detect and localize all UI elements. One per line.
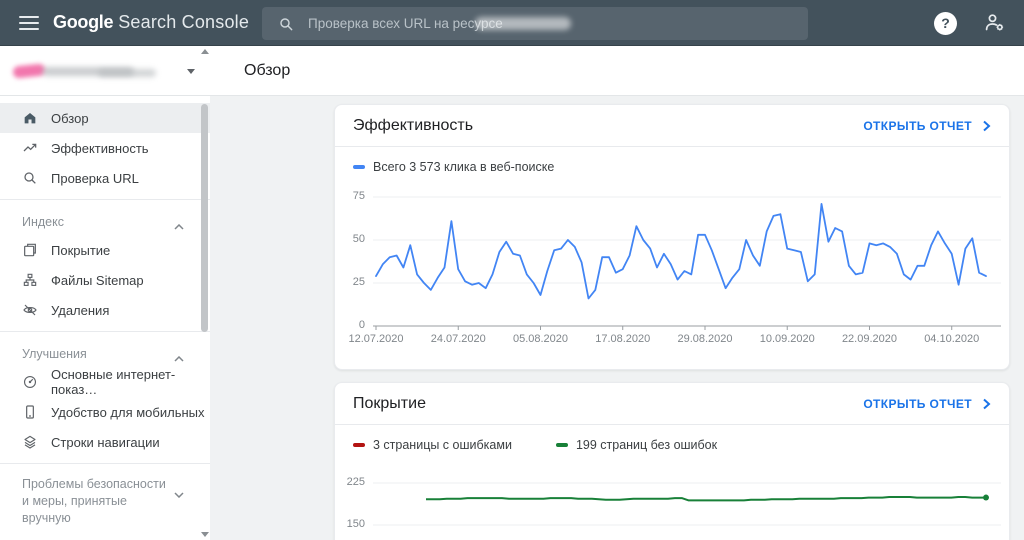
property-selector[interactable] — [0, 46, 210, 96]
scrollbar-thumb[interactable] — [201, 104, 208, 332]
sidebar-section-index[interactable]: Индекс — [0, 209, 210, 235]
open-performance-report-link[interactable]: ОТКРЫТЬ ОТЧЕТ — [863, 119, 991, 133]
sidebar-item-coverage[interactable]: Покрытие — [0, 235, 210, 265]
url-inspection-search-input[interactable]: Проверка всех URL на ресурсе — [262, 7, 808, 40]
hamburger-menu-icon[interactable] — [19, 16, 39, 30]
coverage-card: Покрытие ОТКРЫТЬ ОТЧЕТ 3 страницы с ошиб… — [334, 382, 1010, 540]
open-coverage-report-link[interactable]: ОТКРЫТЬ ОТЧЕТ — [863, 397, 991, 411]
scroll-down-arrow[interactable] — [201, 532, 209, 537]
page-header: Обзор — [210, 46, 1024, 96]
axis-label: 29.08.2020 — [665, 333, 745, 345]
page-title: Обзор — [210, 62, 290, 80]
gauge-icon — [22, 374, 38, 390]
sidebar-section-enhancements[interactable]: Улучшения — [0, 341, 210, 367]
help-button[interactable]: ? — [934, 12, 957, 35]
legend-dash-blue — [353, 165, 365, 169]
performance-card-title: Эффективность — [353, 117, 473, 135]
pages-icon — [22, 242, 38, 258]
axis-label: 22.09.2020 — [829, 333, 909, 345]
sidebar-scrollbar[interactable] — [200, 46, 209, 540]
smartphone-icon — [22, 404, 38, 420]
axis-label: 75 — [335, 190, 365, 202]
sidebar-item-sitemaps[interactable]: Файлы Sitemap — [0, 265, 210, 295]
blurred-property-name — [12, 63, 45, 78]
sitemap-icon — [22, 272, 38, 288]
chevron-up-icon — [174, 351, 184, 365]
sidebar-nav: Обзор Эффективность Проверка URL Индекс — [0, 96, 210, 527]
legend-dash-green — [556, 443, 568, 447]
axis-label: 24.07.2020 — [418, 333, 498, 345]
performance-card: Эффективность ОТКРЫТЬ ОТЧЕТ Всего 3 573 … — [334, 104, 1010, 370]
home-icon — [22, 110, 38, 126]
sidebar-item-overview[interactable]: Обзор — [0, 103, 210, 133]
divider — [0, 463, 210, 464]
divider — [0, 199, 210, 200]
logo-google: Google — [53, 12, 113, 32]
app-logo: GoogleSearch Console — [53, 12, 249, 33]
clicks-legend: Всего 3 573 клика в веб-поиске — [353, 160, 554, 174]
user-settings-button[interactable] — [983, 11, 1007, 35]
blurred-property-url — [475, 17, 571, 30]
axis-label: 50 — [335, 233, 365, 245]
axis-label: 25 — [335, 276, 365, 288]
axis-label: 0 — [335, 319, 365, 331]
search-icon — [278, 16, 294, 32]
axis-label: 12.07.2020 — [336, 333, 416, 345]
sidebar-item-removals[interactable]: Удаления — [0, 295, 210, 325]
sidebar: Обзор Эффективность Проверка URL Индекс — [0, 46, 210, 540]
main-area: Обзор Эффективность ОТКРЫТЬ ОТЧЕТ Всего … — [210, 46, 1024, 540]
scroll-up-arrow[interactable] — [201, 49, 209, 54]
chevron-right-icon — [982, 398, 991, 410]
axis-label: 04.10.2020 — [912, 333, 992, 345]
sidebar-section-security-manual-actions[interactable]: Проблемы безопасности и меры, принятые в… — [0, 476, 210, 527]
axis-label: 05.08.2020 — [500, 333, 580, 345]
axis-label: 225 — [335, 476, 365, 488]
valid-legend: 199 страниц без ошибок — [556, 438, 717, 452]
axis-label: 10.09.2020 — [747, 333, 827, 345]
coverage-card-title: Покрытие — [353, 395, 426, 413]
content-scroll-area: Эффективность ОТКРЫТЬ ОТЧЕТ Всего 3 573 … — [210, 97, 1024, 540]
divider — [0, 331, 210, 332]
search-placeholder: Проверка всех URL на ресурсе — [308, 16, 503, 31]
axis-label: 17.08.2020 — [583, 333, 663, 345]
chevron-right-icon — [982, 120, 991, 132]
person-gear-icon — [983, 11, 1007, 35]
legend-dash-red — [353, 443, 365, 447]
logo-product: Search Console — [118, 12, 249, 32]
help-icon: ? — [941, 15, 950, 31]
sidebar-item-url-inspection[interactable]: Проверка URL — [0, 163, 210, 193]
dropdown-caret-icon — [187, 69, 195, 74]
sidebar-item-breadcrumbs[interactable]: Строки навигации — [0, 427, 210, 457]
eye-off-icon — [22, 302, 38, 318]
layers-icon — [22, 434, 38, 450]
chevron-down-icon — [174, 486, 184, 503]
sidebar-item-core-web-vitals[interactable]: Основные интернет-показ… — [0, 367, 210, 397]
sidebar-item-mobile-usability[interactable]: Удобство для мобильных — [0, 397, 210, 427]
trending-up-icon — [22, 140, 38, 156]
sidebar-item-performance[interactable]: Эффективность — [0, 133, 210, 163]
axis-label: 150 — [335, 518, 365, 530]
errors-legend: 3 страницы с ошибками — [353, 438, 512, 452]
chevron-up-icon — [174, 219, 184, 233]
top-app-bar: GoogleSearch Console Проверка всех URL н… — [0, 0, 1024, 46]
coverage-line-chart: 225 150 — [335, 456, 1011, 540]
performance-line-chart: 0 25 50 75 12.07.202024.07.202005.08.202017.… — [335, 176, 1011, 352]
magnifier-icon — [22, 170, 38, 186]
